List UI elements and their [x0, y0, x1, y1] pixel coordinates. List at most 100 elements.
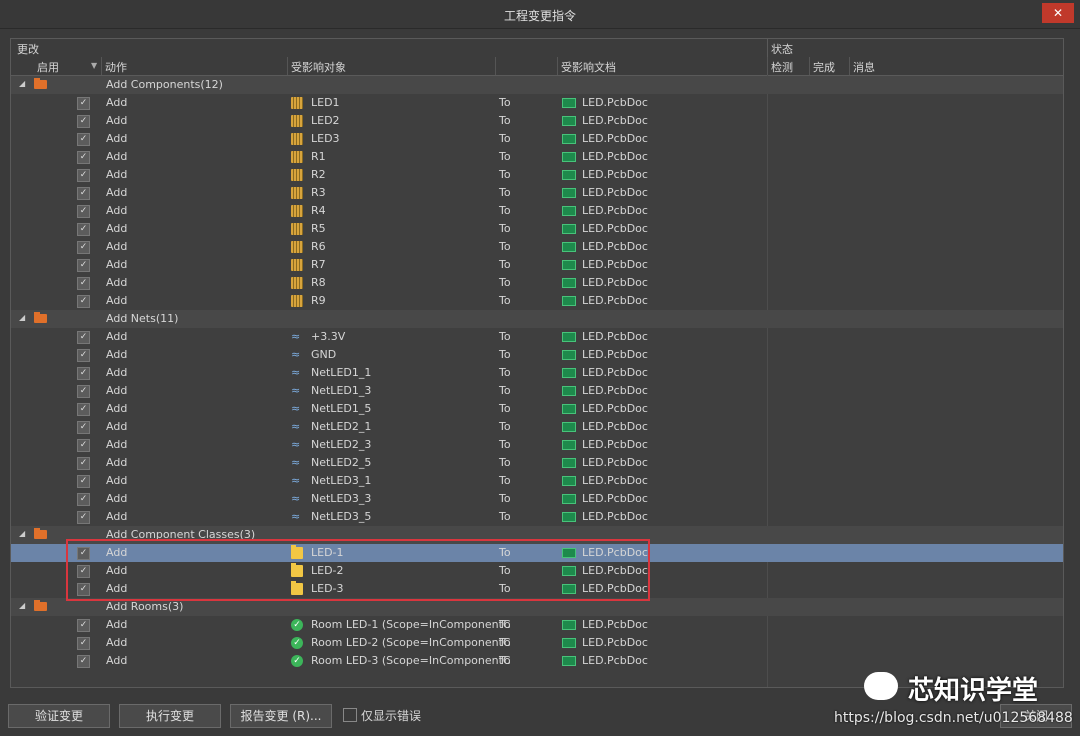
table-row[interactable]: ✓ Add R3 To LED.PcbDoc: [11, 184, 1063, 202]
table-row[interactable]: ✓ Add LED3 To LED.PcbDoc: [11, 130, 1063, 148]
affected-object-cell: GND: [311, 348, 337, 361]
column-message[interactable]: 消息: [853, 59, 875, 75]
net-icon: ≈: [291, 510, 301, 523]
action-cell: Add: [106, 492, 128, 505]
column-divider[interactable]: [849, 57, 850, 75]
table-row[interactable]: ✓ Add ✓ Room LED-3 (Scope=InComponentC To LED…: [11, 652, 1063, 670]
enable-checkbox[interactable]: ✓: [77, 457, 90, 470]
pcb-doc-icon: [562, 440, 576, 450]
table-row[interactable]: ✓ Add ≈ NetLED3_5 To LED.PcbDoc: [11, 508, 1063, 526]
close-icon[interactable]: ✕: [1042, 3, 1074, 23]
action-cell: Add: [106, 294, 128, 307]
table-row[interactable]: ✓ Add ≈ NetLED2_5 To LED.PcbDoc: [11, 454, 1063, 472]
enable-checkbox[interactable]: ✓: [77, 331, 90, 344]
enable-checkbox[interactable]: ✓: [77, 295, 90, 308]
table-row[interactable]: ✓ Add R7 To LED.PcbDoc: [11, 256, 1063, 274]
enable-checkbox[interactable]: ✓: [77, 223, 90, 236]
column-divider[interactable]: [809, 57, 810, 75]
enable-checkbox[interactable]: ✓: [77, 97, 90, 110]
action-cell: Add: [106, 348, 128, 361]
enable-checkbox[interactable]: ✓: [77, 403, 90, 416]
enable-checkbox[interactable]: ✓: [77, 151, 90, 164]
to-cell: To: [499, 366, 511, 379]
enable-checkbox[interactable]: ✓: [77, 421, 90, 434]
sort-down-icon[interactable]: ▼: [91, 61, 97, 70]
table-row[interactable]: ✓ Add R4 To LED.PcbDoc: [11, 202, 1063, 220]
affected-object-cell: R9: [311, 294, 326, 307]
pcb-doc-icon: [562, 134, 576, 144]
enable-checkbox[interactable]: ✓: [77, 349, 90, 362]
enable-checkbox[interactable]: ✓: [77, 367, 90, 380]
expand-triangle-icon[interactable]: ◢: [19, 529, 25, 538]
table-row[interactable]: ✓ Add LED1 To LED.PcbDoc: [11, 94, 1063, 112]
column-divider[interactable]: [101, 57, 102, 75]
enable-checkbox[interactable]: ✓: [77, 475, 90, 488]
affected-doc-cell: LED.PcbDoc: [582, 510, 648, 523]
table-row[interactable]: ✓ Add R6 To LED.PcbDoc: [11, 238, 1063, 256]
column-divider[interactable]: [557, 57, 558, 75]
group-row[interactable]: ◢ Add Components(12): [11, 76, 1063, 94]
enable-checkbox[interactable]: ✓: [77, 655, 90, 668]
column-divider[interactable]: [495, 57, 496, 75]
table-row[interactable]: ✓ Add ≈ NetLED1_5 To LED.PcbDoc: [11, 400, 1063, 418]
table-row[interactable]: ✓ Add R9 To LED.PcbDoc: [11, 292, 1063, 310]
table-row[interactable]: ✓ Add ≈ NetLED3_1 To LED.PcbDoc: [11, 472, 1063, 490]
table-row[interactable]: ✓ Add R1 To LED.PcbDoc: [11, 148, 1063, 166]
net-icon: ≈: [291, 492, 301, 505]
component-icon: [291, 277, 303, 289]
enable-checkbox[interactable]: ✓: [77, 241, 90, 254]
table-row[interactable]: ✓ Add ≈ NetLED1_1 To LED.PcbDoc: [11, 364, 1063, 382]
enable-checkbox[interactable]: ✓: [77, 493, 90, 506]
table-row[interactable]: ✓ Add LED2 To LED.PcbDoc: [11, 112, 1063, 130]
table-row[interactable]: ✓ Add ≈ NetLED1_3 To LED.PcbDoc: [11, 382, 1063, 400]
table-row[interactable]: ✓ Add ✓ Room LED-2 (Scope=InComponentC To LED…: [11, 634, 1063, 652]
table-row[interactable]: ✓ Add ≈ +3.3V To LED.PcbDoc: [11, 328, 1063, 346]
enable-checkbox[interactable]: ✓: [77, 439, 90, 452]
table-row[interactable]: ✓ Add R5 To LED.PcbDoc: [11, 220, 1063, 238]
column-affected-doc[interactable]: 受影响文档: [561, 59, 616, 75]
expand-triangle-icon[interactable]: ◢: [19, 601, 25, 610]
execute-changes-button[interactable]: 执行变更: [119, 704, 221, 728]
only-show-errors-checkbox[interactable]: [343, 708, 357, 722]
affected-object-cell: Room LED-1 (Scope=InComponentC: [311, 618, 511, 631]
expand-triangle-icon[interactable]: ◢: [19, 313, 25, 322]
table-row[interactable]: ✓ Add R8 To LED.PcbDoc: [11, 274, 1063, 292]
table-row[interactable]: ✓ Add ≈ NetLED3_3 To LED.PcbDoc: [11, 490, 1063, 508]
column-affected-object[interactable]: 受影响对象: [291, 59, 346, 75]
room-icon: ✓: [291, 637, 303, 649]
enable-checkbox[interactable]: ✓: [77, 115, 90, 128]
enable-checkbox[interactable]: ✓: [77, 133, 90, 146]
table-row[interactable]: ✓ Add ≈ NetLED2_1 To LED.PcbDoc: [11, 418, 1063, 436]
column-divider[interactable]: [767, 57, 768, 75]
column-check[interactable]: 检测: [771, 59, 793, 75]
column-done[interactable]: 完成: [813, 59, 835, 75]
table-row[interactable]: ✓ Add ✓ Room LED-1 (Scope=InComponentC To LED…: [11, 616, 1063, 634]
net-icon: ≈: [291, 420, 301, 433]
component-icon: [291, 97, 303, 109]
table-row[interactable]: ✓ Add R2 To LED.PcbDoc: [11, 166, 1063, 184]
enable-checkbox[interactable]: ✓: [77, 619, 90, 632]
enable-checkbox[interactable]: ✓: [77, 187, 90, 200]
column-action[interactable]: 动作: [105, 59, 127, 75]
enable-checkbox[interactable]: ✓: [77, 511, 90, 524]
expand-triangle-icon[interactable]: ◢: [19, 79, 25, 88]
report-changes-button[interactable]: 报告变更 (R)...: [230, 704, 332, 728]
affected-object-cell: NetLED1_3: [311, 384, 372, 397]
enable-checkbox[interactable]: ✓: [77, 205, 90, 218]
enable-checkbox[interactable]: ✓: [77, 277, 90, 290]
folder-icon: [34, 312, 47, 323]
enable-checkbox[interactable]: ✓: [77, 259, 90, 272]
to-cell: To: [499, 222, 511, 235]
affected-doc-cell: LED.PcbDoc: [582, 636, 648, 649]
validate-changes-button[interactable]: 验证变更: [8, 704, 110, 728]
column-divider[interactable]: [287, 57, 288, 75]
affected-doc-cell: LED.PcbDoc: [582, 420, 648, 433]
enable-checkbox[interactable]: ✓: [77, 385, 90, 398]
enable-checkbox[interactable]: ✓: [77, 169, 90, 182]
column-enable[interactable]: 启用: [37, 59, 59, 75]
enable-checkbox[interactable]: ✓: [77, 637, 90, 650]
table-row[interactable]: ✓ Add ≈ GND To LED.PcbDoc: [11, 346, 1063, 364]
to-cell: To: [499, 384, 511, 397]
group-row[interactable]: ◢ Add Nets(11): [11, 310, 1063, 328]
table-row[interactable]: ✓ Add ≈ NetLED2_3 To LED.PcbDoc: [11, 436, 1063, 454]
